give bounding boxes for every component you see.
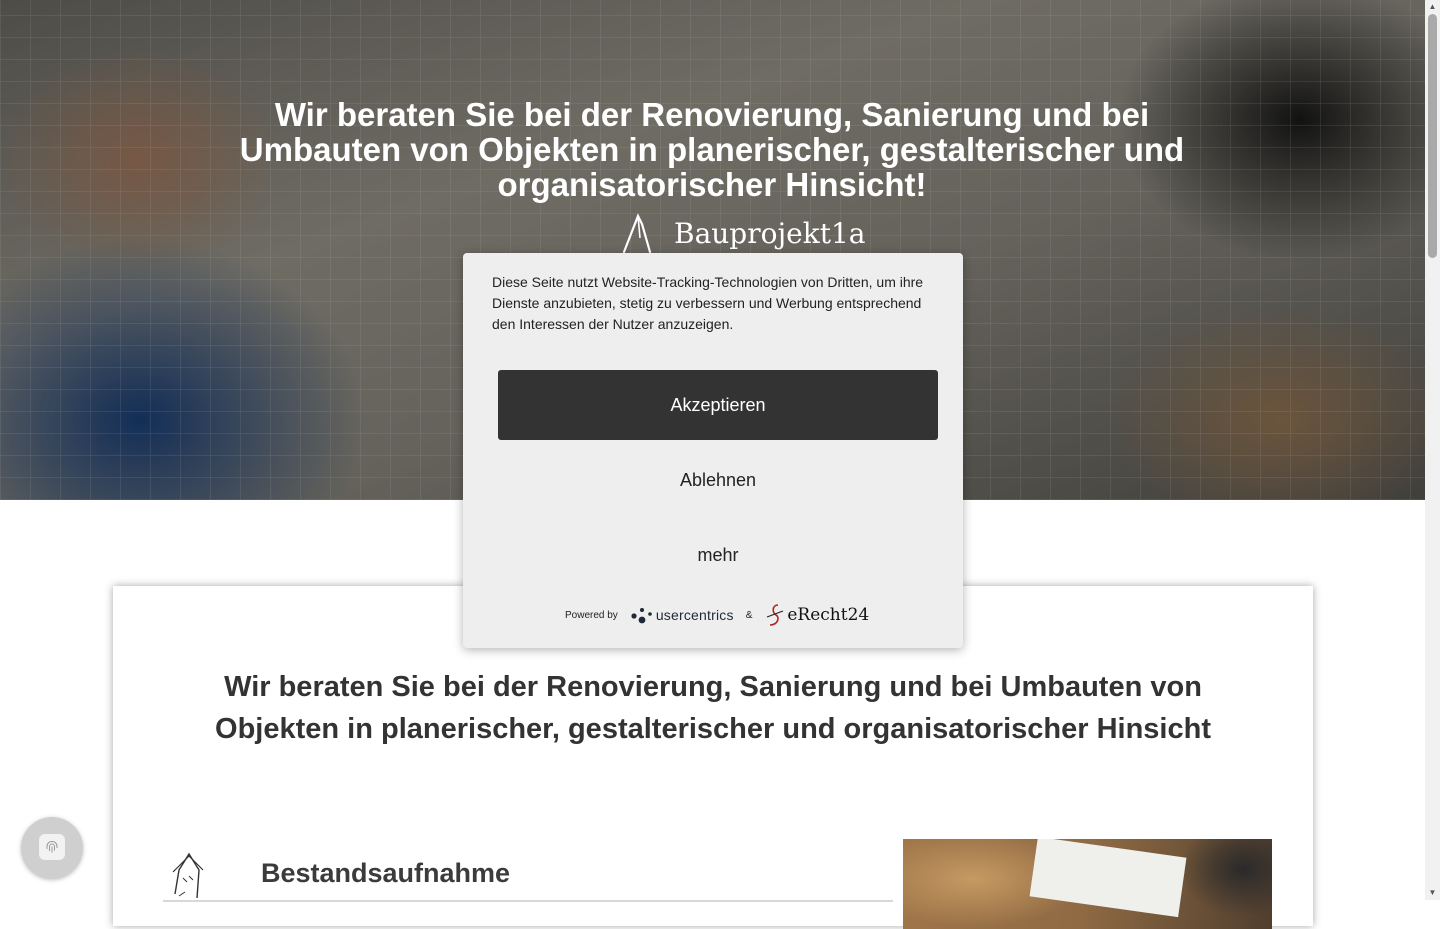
decline-button[interactable]: Ablehnen [498,445,938,515]
photo-paper [1029,839,1187,918]
house-sketch-icon [172,852,204,899]
erecht24-mark-icon [767,604,784,626]
service-item: Bestandsaufnahme [163,848,893,902]
usercentrics-text: usercentrics [655,607,734,623]
service-title: Bestandsaufnahme [261,858,511,888]
cookie-consent-text: Diese Seite nutzt Website-Tracking-Techn… [492,274,924,332]
accept-button[interactable]: Akzeptieren [498,370,938,440]
hero-title: Wir beraten Sie bei der Renovierung, San… [239,96,1185,203]
scroll-up-arrow-icon[interactable]: ▲ [1425,0,1440,14]
usercentrics-dots-icon [631,608,652,624]
site-logo[interactable]: Bauprojekt1a [620,212,865,254]
ampersand: & [745,609,753,621]
erecht24-logo[interactable]: eRecht24 [764,603,869,627]
powered-by-label: Powered by [565,609,618,621]
vertical-scrollbar[interactable]: ▲ ▼ [1425,0,1440,900]
scroll-down-arrow-icon[interactable]: ▼ [1425,886,1440,900]
erecht24-text: eRecht24 [787,605,870,625]
cookie-consent-dialog: Diese Seite nutzt Website-Tracking-Techn… [463,253,963,648]
privacy-chat-bubble [39,834,65,860]
fingerprint-icon [46,841,58,853]
usercentrics-logo[interactable]: usercentrics [630,604,734,626]
scrollbar-thumb[interactable] [1428,14,1437,258]
service-photo [903,839,1272,929]
powered-by-footer: Powered by usercentrics & eRecht24 [565,601,869,629]
section-title: Wir beraten Sie bei der Renovierung, San… [215,671,1211,745]
privacy-settings-button[interactable] [21,817,83,879]
logo-mark-icon [622,213,652,254]
logo-text: Bauprojekt1a [674,217,866,250]
more-button[interactable]: mehr [498,520,938,590]
